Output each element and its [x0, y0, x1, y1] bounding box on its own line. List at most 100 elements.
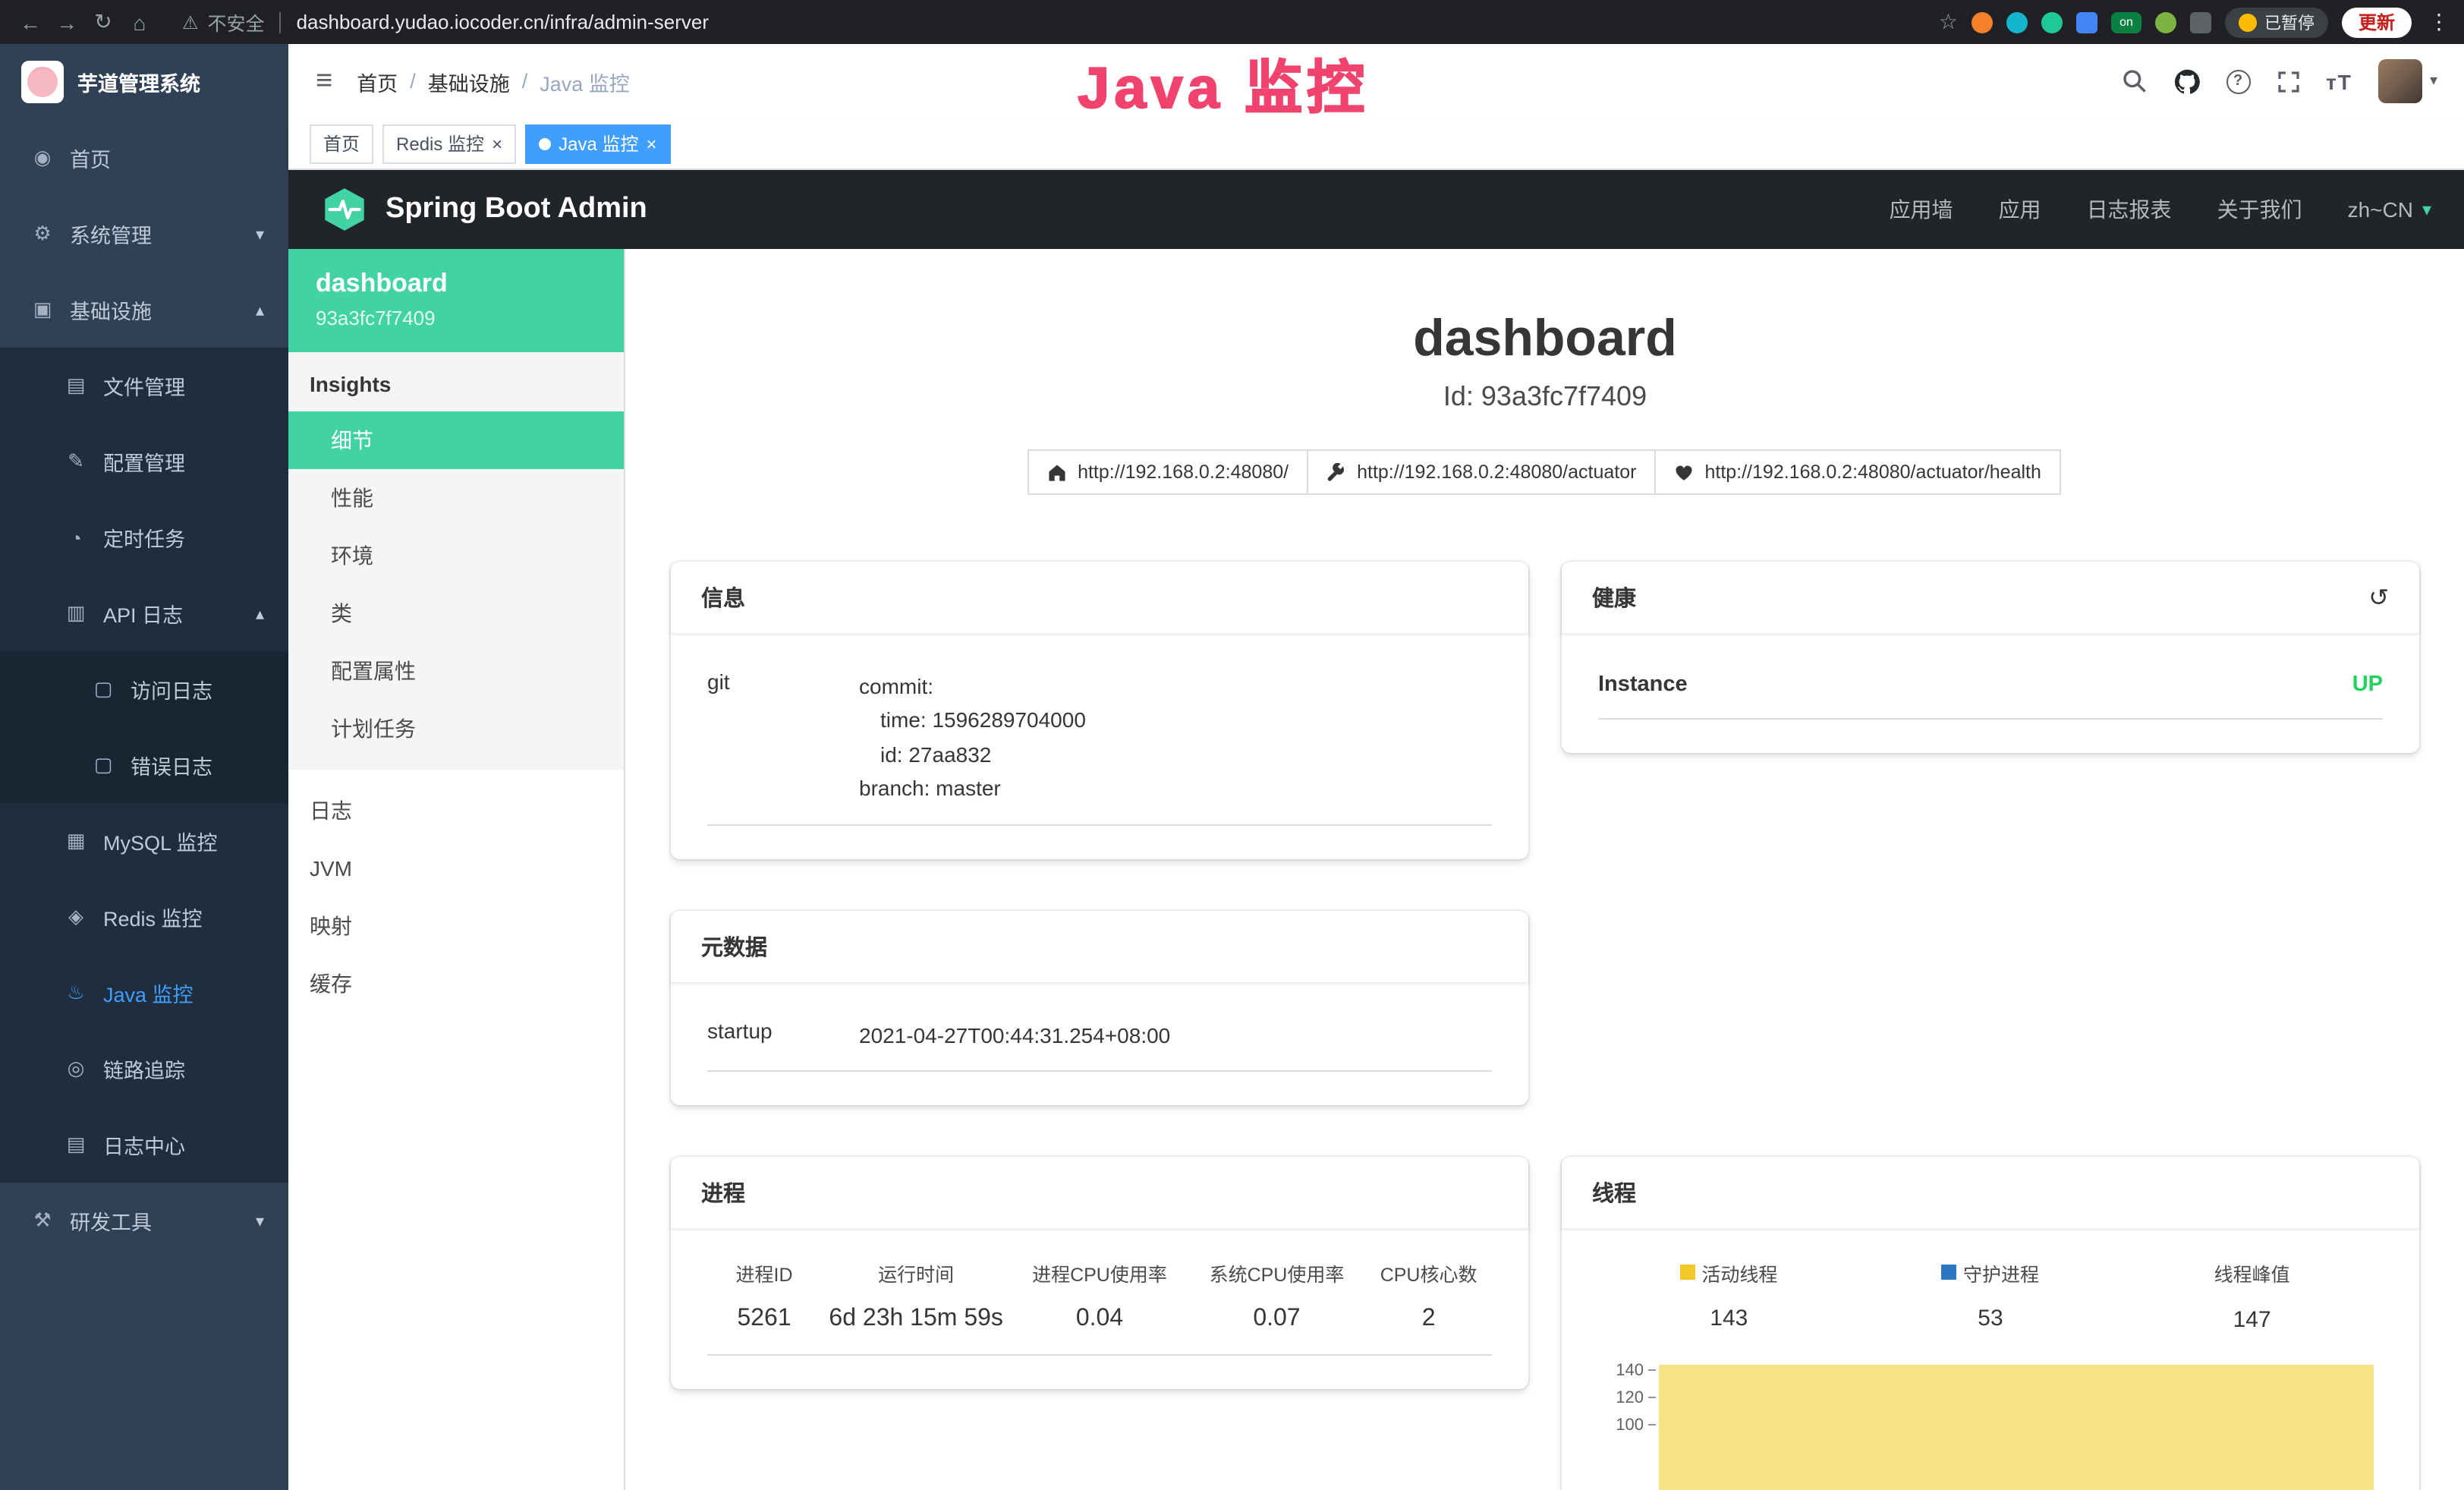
sba-item-jvm[interactable]: JVM [288, 840, 624, 897]
search-icon[interactable] [2121, 68, 2147, 94]
breadcrumb-infrastructure[interactable]: 基础设施 [428, 66, 510, 96]
fullscreen-icon[interactable] [2276, 69, 2300, 93]
sidebar-item-config-management[interactable]: ✎ 配置管理 [0, 424, 288, 499]
sidebar-item-dev-tools[interactable]: ⚒ 研发工具 ▾ [0, 1183, 288, 1258]
font-size-icon[interactable]: тT [2326, 69, 2352, 93]
sba-item-performance[interactable]: 性能 [288, 469, 624, 527]
breadcrumb-home[interactable]: 首页 [357, 66, 398, 96]
legend-daemon-threads: 守护进程 [1942, 1258, 2039, 1287]
tab-home[interactable]: 首页 [310, 124, 373, 163]
instance-header[interactable]: dashboard 93a3fc7f7409 [288, 249, 624, 352]
reload-icon[interactable]: ↻ [88, 9, 118, 35]
chevron-up-icon: ▴ [256, 300, 264, 320]
sidebar-item-mysql-monitor[interactable]: ▦ MySQL 监控 [0, 803, 288, 879]
java-icon: ♨ [64, 981, 88, 1005]
git-id-line: id: 27aa832 [859, 738, 1492, 772]
sidebar-item-access-logs[interactable]: ▢ 访问日志 [0, 651, 288, 727]
sidebar-item-infrastructure[interactable]: ▣ 基础设施 ▴ [0, 272, 288, 348]
extension-on-badge[interactable]: on [2111, 11, 2141, 33]
tools-icon: ⚒ [30, 1208, 55, 1233]
sidebar-item-redis-monitor[interactable]: ◈ Redis 监控 [0, 879, 288, 955]
browser-menu-icon[interactable]: ⋮ [2428, 9, 2450, 35]
sba-item-logs[interactable]: 日志 [288, 782, 624, 840]
threads-card: 线程 活动线程 143 [1562, 1157, 2419, 1490]
y-tick: 120 [1598, 1384, 1656, 1412]
page-title: dashboard [671, 310, 2419, 369]
hamburger-icon[interactable]: ≡ [316, 65, 332, 98]
extension-icon[interactable] [2006, 11, 2028, 33]
legend-live-threads: 活动线程 [1680, 1258, 1777, 1287]
paused-extension-badge[interactable]: 已暂停 [2225, 7, 2328, 37]
legend-label: 线程峰值 [2214, 1258, 2290, 1287]
address-bar[interactable]: ⚠ 不安全 dashboard.yudao.iocoder.cn/infra/a… [182, 8, 1933, 36]
sba-item-config-props[interactable]: 配置属性 [288, 642, 624, 700]
help-icon[interactable]: ? [2226, 69, 2250, 93]
y-tick: 140 [1598, 1357, 1656, 1384]
forward-icon[interactable]: → [52, 10, 82, 34]
chrome-update-button[interactable]: 更新 [2342, 7, 2412, 37]
sidebar-item-file-management[interactable]: ▤ 文件管理 [0, 348, 288, 424]
service-url-link[interactable]: http://192.168.0.2:48080/ [1027, 449, 1308, 495]
threads-chart: 140 120 100 [1598, 1357, 2383, 1490]
locale-selector[interactable]: zh~CN ▾ [2348, 197, 2431, 222]
sidebar-item-java-monitor[interactable]: ♨ Java 监控 [0, 955, 288, 1031]
nav-journal[interactable]: 日志报表 [2087, 194, 2172, 225]
tags-view-bar: 首页 Redis 监控 × Java 监控 × [288, 118, 2464, 170]
sidebar-item-label: 配置管理 [103, 446, 185, 477]
tab-redis-monitor[interactable]: Redis 监控 × [382, 124, 516, 163]
chart-y-axis: 140 120 100 [1598, 1357, 1656, 1490]
chevron-down-icon: ▾ [256, 1211, 264, 1230]
health-instance-row: Instance UP [1598, 663, 2383, 720]
sidebar-item-error-logs[interactable]: ▢ 错误日志 [0, 727, 288, 803]
sba-item-mappings[interactable]: 映射 [288, 897, 624, 955]
sidebar-item-api-logs[interactable]: ▥ API 日志 ▴ [0, 575, 288, 651]
nav-wallboard[interactable]: 应用墙 [1890, 194, 1953, 225]
actuator-url-link[interactable]: http://192.168.0.2:48080/actuator [1307, 449, 1656, 495]
sidebar-item-trace[interactable]: ◎ 链路追踪 [0, 1031, 288, 1107]
nav-about[interactable]: 关于我们 [2217, 194, 2302, 225]
extension-icon[interactable] [2076, 11, 2097, 33]
legend-peak-threads: 线程峰值 [2214, 1258, 2290, 1287]
back-icon[interactable]: ← [15, 10, 46, 34]
sidebar-item-scheduled-jobs[interactable]: ◔ 定时任务 [0, 499, 288, 575]
extension-icon[interactable] [2155, 11, 2176, 33]
health-url-link[interactable]: http://192.168.0.2:48080/actuator/health [1654, 449, 2060, 495]
sba-brand-title[interactable]: Spring Boot Admin [385, 193, 647, 226]
sba-item-caches[interactable]: 缓存 [288, 955, 624, 1013]
sba-item-scheduled-tasks[interactable]: 计划任务 [288, 700, 624, 758]
home-icon[interactable]: ⌂ [124, 10, 155, 34]
sba-item-details[interactable]: 细节 [288, 411, 624, 469]
legend-label: 守护进程 [1963, 1258, 2039, 1287]
extension-puzzle-icon[interactable] [2190, 11, 2211, 33]
doc-icon: ▢ [91, 677, 115, 701]
info-card-title: 信息 [701, 581, 745, 613]
system-cpu: 0.07 [1188, 1306, 1366, 1333]
sidebar-item-system-management[interactable]: ⚙ 系统管理 ▾ [0, 196, 288, 272]
history-icon[interactable]: ↺ [2368, 582, 2389, 613]
sba-item-environment[interactable]: 环境 [288, 527, 624, 584]
github-icon[interactable] [2173, 68, 2200, 95]
file-icon: ▤ [64, 373, 88, 398]
bookmark-star-icon[interactable]: ☆ [1939, 9, 1958, 35]
y-tick: 100 [1598, 1412, 1656, 1439]
sidebar-item-log-center[interactable]: ▤ 日志中心 [0, 1107, 288, 1183]
sidebar-item-label: 研发工具 [70, 1205, 152, 1236]
sidebar-item-label: Redis 监控 [103, 902, 203, 932]
close-icon[interactable]: × [492, 134, 502, 153]
nav-applications[interactable]: 应用 [1999, 194, 2041, 225]
browser-actions: ☆ on 已暂停 更新 ⋮ [1939, 7, 2450, 37]
sidebar-item-home[interactable]: ◉ 首页 [0, 120, 288, 196]
user-menu[interactable]: ▾ [2378, 59, 2437, 103]
extension-icon[interactable] [1972, 11, 1993, 33]
live-threads-value: 143 [1598, 1306, 1860, 1332]
health-url: http://192.168.0.2:48080/actuator/health [1704, 461, 2041, 483]
extension-icon[interactable] [2041, 11, 2063, 33]
home-icon [1047, 462, 1067, 482]
avatar [2378, 59, 2422, 103]
sba-item-classes[interactable]: 类 [288, 584, 624, 642]
sba-main: dashboard Id: 93a3fc7f7409 http://192.16… [625, 249, 2464, 1490]
brand[interactable]: 芋道管理系统 [0, 44, 288, 120]
info-git-row: git commit: time: 1596289704000 id: 27aa… [707, 663, 1492, 825]
close-icon[interactable]: × [646, 134, 656, 153]
tab-java-monitor[interactable]: Java 监控 × [525, 124, 670, 163]
